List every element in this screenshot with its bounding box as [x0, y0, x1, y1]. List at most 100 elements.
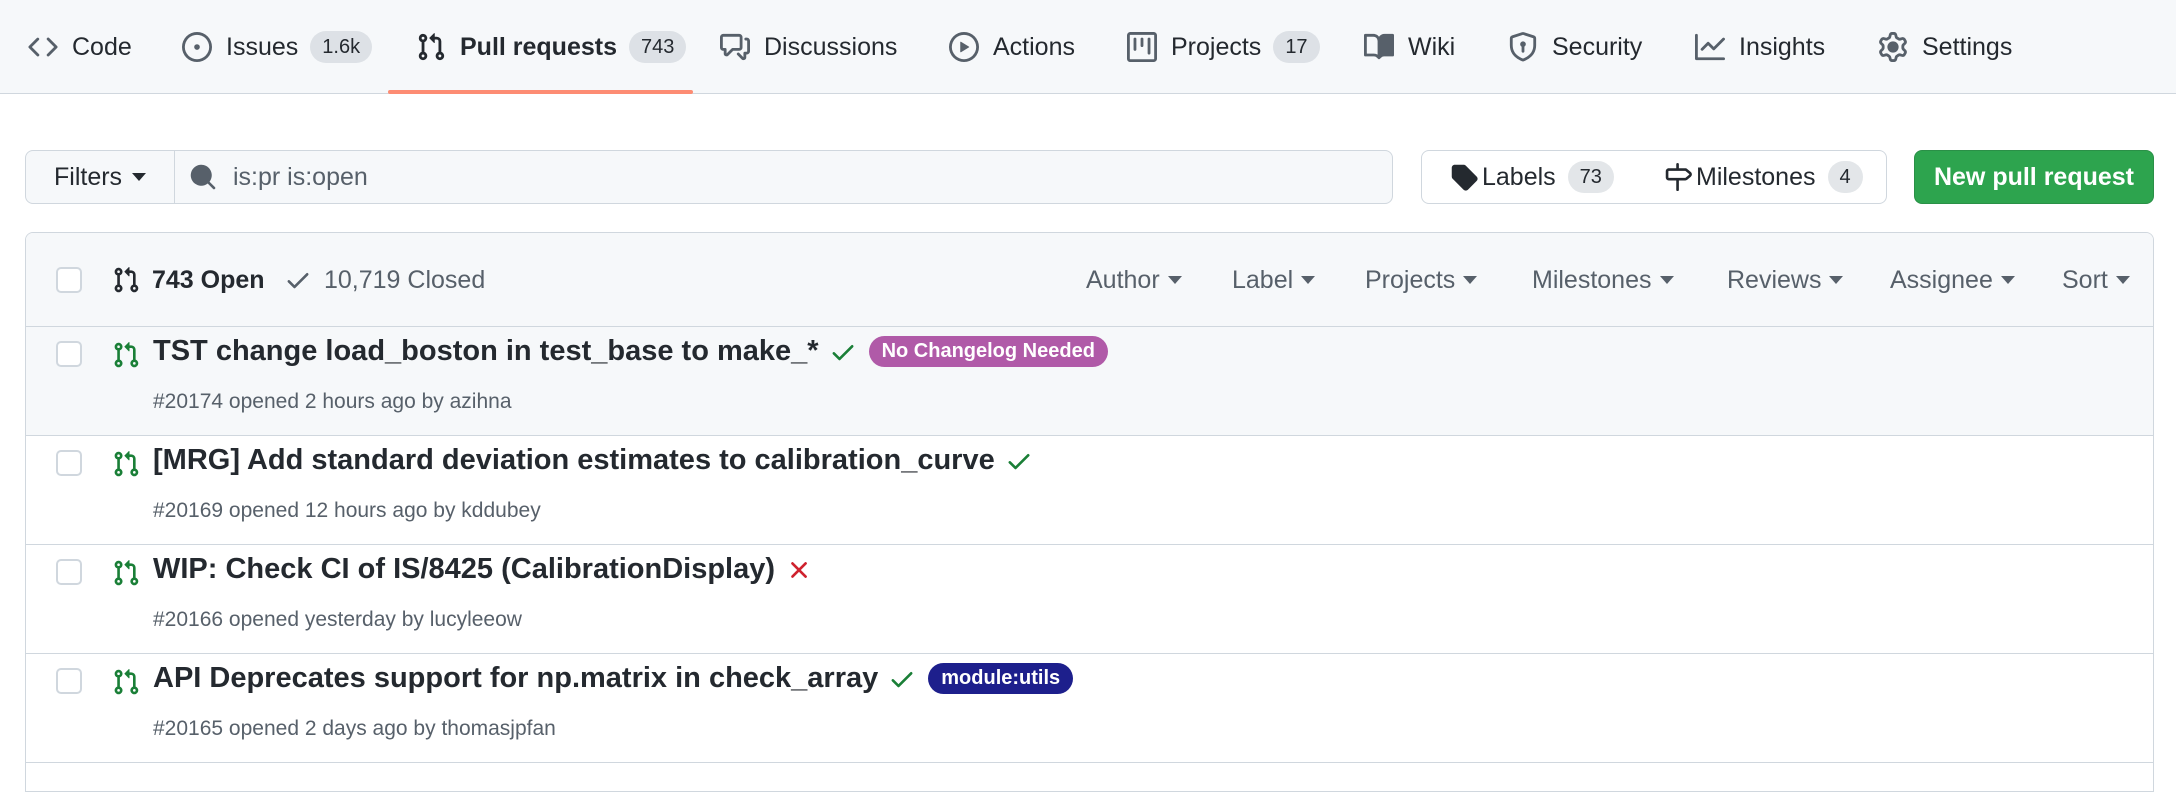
milestones-filter[interactable]: Milestones [1532, 233, 1674, 327]
tab-pull-requests[interactable]: Pull requests 743 [416, 0, 687, 94]
tab-label: Issues [226, 32, 299, 61]
tab-label: Pull requests [460, 32, 617, 61]
reviews-filter[interactable]: Reviews [1727, 233, 1844, 327]
check-success-icon[interactable] [829, 338, 857, 366]
pr-number[interactable]: #20166 [153, 608, 223, 631]
pull-request-title[interactable]: TST change load_boston in test_base to m… [153, 335, 819, 368]
chevron-down-icon [1659, 276, 1674, 284]
author-filter[interactable]: Author [1086, 233, 1182, 327]
check-icon [284, 266, 324, 294]
assignee-filter[interactable]: Assignee [1890, 233, 2015, 327]
chevron-down-icon [132, 173, 147, 181]
pull-request-meta: #20174 opened 2 hours ago by azihna [153, 390, 512, 414]
chevron-down-icon [2115, 276, 2130, 284]
assignee-filter-label: Assignee [1890, 265, 1993, 294]
check-success-icon[interactable] [888, 665, 916, 693]
pull-request-row[interactable]: [MRG] Add standard deviation estimates t… [26, 436, 2153, 545]
chevron-down-icon [2000, 276, 2015, 284]
pull-request-title[interactable]: WIP: Check CI of IS/8425 (CalibrationDis… [153, 553, 775, 586]
pr-author-link[interactable]: azihna [450, 390, 512, 413]
pr-author-link[interactable]: thomasjpfan [441, 717, 555, 740]
pr-author-link[interactable]: kddubey [461, 499, 540, 522]
projects-filter[interactable]: Projects [1365, 233, 1478, 327]
title-line: API Deprecates support for np.matrix in … [153, 662, 1074, 695]
label-filter[interactable]: Label [1232, 233, 1316, 327]
git-pull-request-open-icon [112, 559, 140, 587]
tab-insights[interactable]: Insights [1695, 0, 1825, 94]
tab-settings[interactable]: Settings [1878, 0, 2012, 94]
milestone-icon [1664, 163, 1696, 191]
title-line: TST change load_boston in test_base to m… [153, 335, 1108, 368]
issue-label[interactable]: module:utils [928, 663, 1074, 694]
tag-icon [1450, 163, 1482, 191]
git-pull-request-open-icon [112, 341, 140, 369]
search-icon [189, 163, 217, 191]
filters-label: Filters [54, 162, 123, 191]
pull-request-row[interactable]: API Deprecates support for np.matrix in … [26, 654, 2153, 763]
pull-request-title[interactable]: API Deprecates support for np.matrix in … [153, 662, 878, 695]
pr-author-link[interactable]: lucyleeow [430, 608, 522, 631]
open-count-label: 743 Open [152, 265, 265, 294]
chevron-down-icon [1829, 276, 1844, 284]
pull-request-meta: #20165 opened 2 days ago by thomasjpfan [153, 717, 556, 741]
graph-icon [1695, 32, 1725, 62]
milestones-label: Milestones [1696, 162, 1816, 191]
check-success-icon[interactable] [1005, 447, 1033, 475]
tab-discussions[interactable]: Discussions [720, 0, 897, 94]
tab-actions[interactable]: Actions [949, 0, 1075, 94]
pull-request-list: 743 Open 10,719 Closed Author Label Proj… [25, 232, 2154, 792]
milestones-counter: 4 [1827, 161, 1863, 193]
label-filter-label: Label [1232, 265, 1294, 294]
tab-code[interactable]: Code [28, 0, 132, 94]
tab-security[interactable]: Security [1508, 0, 1642, 94]
row-checkbox[interactable] [56, 668, 82, 694]
sort-filter[interactable]: Sort [2062, 233, 2130, 327]
open-filter-link[interactable]: 743 Open [112, 233, 265, 327]
select-all-checkbox[interactable] [56, 267, 82, 293]
new-pull-request-button[interactable]: New pull request [1914, 150, 2154, 204]
labels-counter: 73 [1567, 161, 1614, 193]
labels-button[interactable]: Labels 73 [1421, 150, 1637, 204]
closed-filter-link[interactable]: 10,719 Closed [284, 233, 485, 327]
issues-counter: 1.6k [310, 31, 373, 63]
reviews-filter-label: Reviews [1727, 265, 1822, 294]
closed-count-label: 10,719 Closed [324, 265, 486, 294]
pull-request-title[interactable]: [MRG] Add standard deviation estimates t… [153, 444, 995, 477]
sort-filter-label: Sort [2062, 265, 2108, 294]
search-input[interactable] [231, 161, 1335, 193]
book-icon [1364, 32, 1394, 62]
chevron-down-icon [1301, 276, 1316, 284]
pr-number[interactable]: #20169 [153, 499, 223, 522]
tab-label: Code [72, 32, 132, 61]
chevron-down-icon [1463, 276, 1478, 284]
pull-request-row[interactable]: TST change load_boston in test_base to m… [26, 327, 2153, 436]
pr-number[interactable]: #20174 [153, 390, 223, 413]
x-failure-icon[interactable] [785, 556, 813, 584]
git-pull-request-icon [112, 266, 152, 294]
issue-label[interactable]: No Changelog Needed [868, 336, 1108, 367]
tab-label: Settings [1922, 32, 2013, 61]
code-icon [28, 32, 58, 62]
git-pull-request-open-icon [112, 668, 140, 696]
tab-projects[interactable]: Projects 17 [1127, 0, 1320, 94]
filters-button[interactable]: Filters [25, 150, 175, 204]
tab-wiki[interactable]: Wiki [1364, 0, 1455, 94]
list-header: 743 Open 10,719 Closed Author Label Proj… [26, 233, 2153, 327]
labels-label: Labels [1482, 162, 1556, 191]
pull-request-row[interactable]: WIP: Check CI of IS/8425 (CalibrationDis… [26, 545, 2153, 654]
title-line: WIP: Check CI of IS/8425 (CalibrationDis… [153, 553, 813, 586]
row-checkbox[interactable] [56, 450, 82, 476]
row-checkbox[interactable] [56, 341, 82, 367]
pull-requests-counter: 743 [629, 31, 687, 63]
pull-request-meta: #20166 opened yesterday by lucyleeow [153, 608, 522, 632]
row-checkbox[interactable] [56, 559, 82, 585]
tab-label: Security [1552, 32, 1643, 61]
play-icon [949, 32, 979, 62]
projects-filter-label: Projects [1365, 265, 1456, 294]
pr-opened-text: opened 12 hours ago by [228, 499, 456, 522]
milestones-button[interactable]: Milestones 4 [1636, 150, 1887, 204]
tab-issues[interactable]: Issues 1.6k [182, 0, 373, 94]
shield-icon [1508, 32, 1538, 62]
pr-number[interactable]: #20165 [153, 717, 223, 740]
selected-tab-underline [388, 90, 693, 94]
